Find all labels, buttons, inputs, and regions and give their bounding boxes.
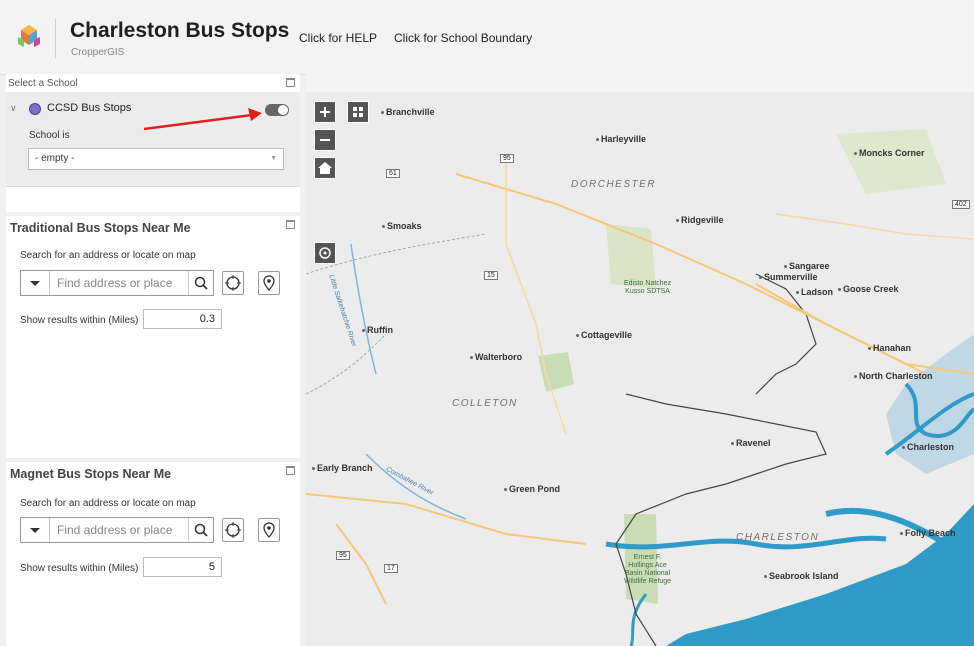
radius-label: Show results within (Miles)	[20, 315, 139, 326]
county-label: COLLETON	[452, 398, 518, 409]
layer-symbol-icon	[29, 103, 41, 115]
magnet-panel-title: Magnet Bus Stops Near Me	[10, 467, 172, 481]
magnet-panel: Magnet Bus Stops Near Me Search for an a…	[6, 462, 300, 646]
highway-shield: 17	[384, 564, 398, 573]
filter-panel: Select a School ∨ CCSD Bus Stops School …	[6, 74, 300, 212]
place-label: Branchville	[381, 107, 435, 117]
place-label: North Charleston	[854, 371, 933, 381]
app-title: Charleston Bus Stops	[70, 19, 290, 42]
basemap-gallery-icon	[353, 107, 363, 117]
locate-button[interactable]	[222, 518, 244, 542]
school-select-value: - empty -	[35, 153, 75, 164]
map-locate-button[interactable]	[314, 242, 336, 264]
filter-caption: Select a School	[8, 78, 78, 89]
radius-input[interactable]	[143, 557, 222, 577]
app-logo-icon	[18, 25, 40, 47]
zoom-in-button[interactable]	[314, 101, 336, 123]
search-icon	[194, 276, 208, 290]
place-label: Green Pond	[504, 484, 560, 494]
search-caption: Search for an address or locate on map	[20, 498, 196, 509]
park-label: Edisto Natchez Kusso SDTSA	[624, 280, 672, 295]
highway-shield: 15	[484, 271, 498, 280]
place-label: Goose Creek	[838, 284, 899, 294]
zoom-in-icon	[320, 107, 330, 117]
search-widget	[20, 517, 214, 543]
basemap-gallery-button[interactable]	[347, 101, 369, 123]
maximize-icon[interactable]	[286, 220, 295, 229]
place-label: Ravenel	[731, 438, 771, 448]
search-caption: Search for an address or locate on map	[20, 250, 196, 261]
caret-down-icon: ▼	[270, 155, 277, 162]
place-label: Smoaks	[382, 221, 422, 231]
place-label: Ruffin	[362, 325, 393, 335]
locate-icon	[319, 247, 331, 259]
map-view[interactable]: Branchville Harleyville Moncks Corner Ri…	[306, 74, 974, 646]
place-label: Charleston	[902, 442, 954, 452]
app-subtitle: CropperGIS	[71, 47, 125, 58]
park-label: Ernest F. Hollings Ace Basin National Wi…	[624, 554, 672, 585]
place-label: Ladson	[796, 287, 833, 297]
zoom-out-icon	[320, 139, 330, 141]
county-label: DORCHESTER	[571, 179, 657, 190]
toggle-knob	[278, 105, 288, 115]
search-input[interactable]	[51, 271, 183, 295]
app-header: Charleston Bus Stops CropperGIS Click fo…	[0, 0, 974, 75]
school-boundary-link[interactable]: Click for School Boundary	[394, 31, 532, 45]
place-label: Cottageville	[576, 330, 632, 340]
place-label: Sangaree	[784, 261, 830, 271]
maximize-icon[interactable]	[286, 78, 295, 87]
crosshair-icon	[225, 275, 241, 291]
radius-label: Show results within (Miles)	[20, 563, 139, 574]
map-pin-icon	[263, 522, 275, 538]
annotation-arrow-icon	[143, 108, 262, 131]
search-source-dropdown[interactable]	[21, 271, 50, 295]
traditional-panel-title: Traditional Bus Stops Near Me	[10, 221, 191, 235]
school-field-label: School is	[29, 130, 70, 141]
place-label: Ridgeville	[676, 215, 724, 225]
home-icon	[318, 162, 332, 174]
map-pin-button[interactable]	[258, 518, 280, 542]
radius-input[interactable]	[143, 309, 222, 329]
help-link[interactable]: Click for HELP	[299, 31, 377, 45]
highway-shield: 95	[500, 154, 514, 163]
maximize-icon[interactable]	[286, 466, 295, 475]
traditional-panel: Traditional Bus Stops Near Me Search for…	[6, 216, 300, 458]
highway-shield: 61	[386, 169, 400, 178]
highway-shield: 95	[336, 551, 350, 560]
locate-button[interactable]	[222, 271, 244, 295]
search-button[interactable]	[188, 271, 213, 295]
search-input[interactable]	[51, 518, 183, 542]
zoom-out-button[interactable]	[314, 129, 336, 151]
place-label: Summerville	[759, 272, 818, 282]
layer-name: CCSD Bus Stops	[47, 102, 132, 114]
search-source-dropdown[interactable]	[21, 518, 50, 542]
home-button[interactable]	[314, 157, 336, 179]
place-label: Hanahan	[868, 343, 911, 353]
search-button[interactable]	[188, 518, 213, 542]
place-label: Harleyville	[596, 134, 646, 144]
search-icon	[194, 523, 208, 537]
county-label: CHARLESTON	[736, 532, 820, 543]
map-pin-button[interactable]	[258, 271, 280, 295]
place-label: Folly Beach	[900, 528, 956, 538]
school-select[interactable]: - empty - ▼	[28, 148, 284, 170]
search-widget	[20, 270, 214, 296]
place-label: Seabrook Island	[764, 571, 839, 581]
crosshair-icon	[225, 522, 241, 538]
highway-shield: 402	[952, 200, 970, 209]
map-pin-icon	[263, 275, 275, 291]
place-label: Early Branch	[312, 463, 373, 473]
chevron-down-icon[interactable]: ∨	[10, 103, 17, 114]
header-divider	[55, 18, 56, 58]
place-label: Moncks Corner	[854, 148, 925, 158]
place-label: Walterboro	[470, 352, 522, 362]
